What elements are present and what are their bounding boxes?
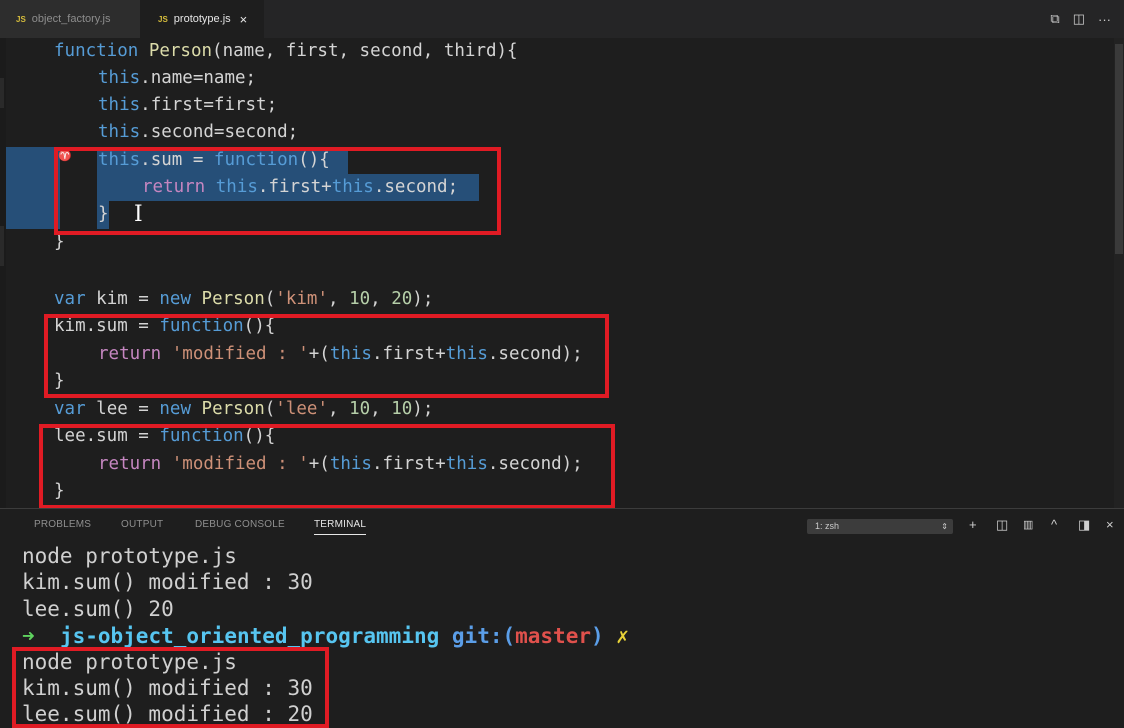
split-editor-icon[interactable]: ◫ (1073, 11, 1085, 27)
highlight-box-kim-sum (44, 314, 609, 398)
gutter (0, 38, 6, 508)
panel-header: PROBLEMS OUTPUT DEBUG CONSOLE TERMINAL 1… (0, 509, 1124, 543)
terminal-output[interactable]: node prototype.js kim.sum() modified : 3… (0, 543, 1124, 728)
code-line: this.first=first; (98, 95, 278, 115)
dirty-flag-icon: ✗ (616, 624, 629, 648)
split-terminal-icon[interactable]: ◫ (996, 517, 1008, 533)
toggle-panel-icon[interactable]: ◨ (1078, 517, 1090, 533)
code-line: this.name=name; (98, 68, 257, 88)
terminal-line: node prototype.js (22, 544, 237, 568)
terminal-prompt: ➜ js-object_oriented_programming git:(ma… (22, 624, 629, 648)
new-terminal-icon[interactable]: + (969, 517, 977, 532)
editor-scrollbar[interactable] (1114, 38, 1124, 508)
terminal-shell-select[interactable]: 1: zsh ⇕ (807, 519, 953, 534)
prompt-arrow-icon: ➜ (22, 624, 35, 648)
tab-label: prototype.js (173, 13, 231, 25)
vscode-window: JS object_factory.js JS prototype.js × ⧉… (0, 0, 1124, 728)
scrollbar-thumb[interactable] (1115, 44, 1123, 254)
tab-prototype[interactable]: JS prototype.js × (140, 0, 264, 38)
tab-debug-console[interactable]: DEBUG CONSOLE (195, 509, 285, 543)
terminal-line: kim.sum() modified : 30 (22, 570, 313, 594)
open-changes-icon[interactable]: ⧉ (1050, 11, 1059, 27)
close-icon[interactable]: × (240, 12, 248, 27)
highlight-box-terminal-output (12, 647, 329, 728)
code-editor[interactable]: function Person(name, first, second, thi… (0, 38, 1124, 508)
code-line: var kim = new Person('kim', 10, 20); (54, 289, 434, 309)
tab-object-factory[interactable]: JS object_factory.js (0, 0, 140, 38)
selection-highlight (6, 147, 60, 229)
code-line: var lee = new Person('lee', 10, 10); (54, 399, 434, 419)
editor-actions: ⧉ ◫ ··· (1050, 0, 1124, 38)
highlight-box-method (54, 147, 501, 235)
terminal-line: lee.sum() 20 (22, 597, 174, 621)
js-file-icon: JS (158, 14, 168, 24)
prompt-directory: js-object_oriented_programming (59, 624, 440, 648)
close-panel-icon[interactable]: × (1106, 517, 1114, 532)
tab-terminal[interactable]: TERMINAL (314, 509, 367, 535)
editor-tab-bar: JS object_factory.js JS prototype.js × ⧉… (0, 0, 1124, 38)
trash-icon[interactable]: ▥ (1023, 518, 1033, 531)
tab-output[interactable]: OUTPUT (121, 509, 163, 543)
tab-problems[interactable]: PROBLEMS (34, 509, 91, 543)
code-line: function Person(name, first, second, thi… (54, 41, 518, 61)
js-file-icon: JS (16, 14, 26, 24)
git-branch: master (515, 624, 591, 648)
tab-label: object_factory.js (31, 13, 111, 25)
code-line: this.second=second; (98, 122, 299, 142)
more-actions-icon[interactable]: ··· (1098, 12, 1111, 27)
maximize-panel-icon[interactable]: ^ (1051, 517, 1057, 532)
highlight-box-lee-sum (39, 424, 615, 508)
chevron-updown-icon: ⇕ (941, 522, 948, 531)
